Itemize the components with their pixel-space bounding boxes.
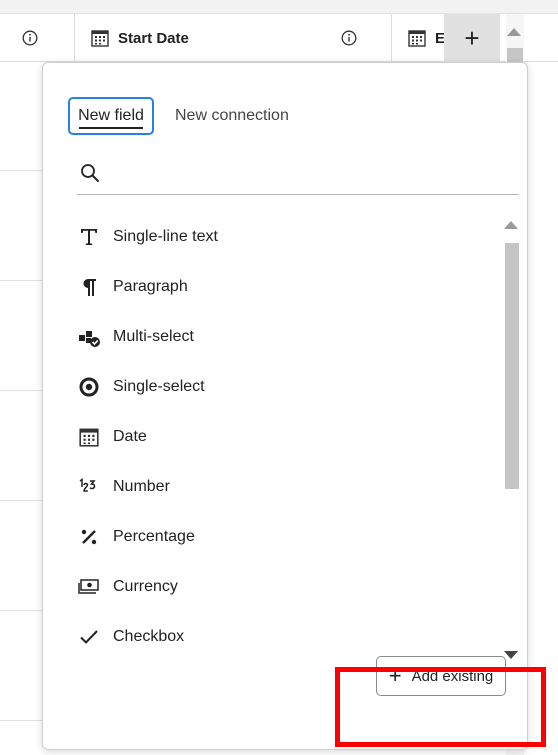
plus-icon: + [388,663,402,688]
list-item-currency[interactable]: Currency [73,569,493,605]
list-item-label: Checkbox [113,628,185,645]
list-item-percentage[interactable]: Percentage [73,519,493,555]
list-item-checkbox[interactable]: Checkbox [73,619,493,655]
text-t-icon [77,225,101,249]
info-icon[interactable] [22,14,38,62]
table-header-row: Start Date E + [0,14,558,62]
radio-target-icon [77,375,101,399]
list-item-single-select[interactable]: Single-select [73,369,493,405]
tab-new-field[interactable]: New field [68,97,154,135]
row-divider [0,170,42,171]
table-scroll-up-icon[interactable] [507,28,521,36]
currency-bill-icon [77,575,101,599]
row-divider [0,500,42,501]
field-list-scrollbar[interactable] [503,211,519,661]
multi-select-icon [77,325,101,349]
add-existing-label: Add existing [411,667,494,685]
list-item-multi-select[interactable]: Multi-select [73,319,493,355]
tab-label: New field [78,107,144,124]
pilcrow-icon [77,275,101,299]
column-header-start-date[interactable]: Start Date [90,14,189,62]
add-column-button[interactable]: + [444,14,500,62]
row-divider [0,610,42,611]
list-item-label: Multi-select [113,328,194,345]
search-icon [81,164,99,182]
table-rows [0,62,42,755]
calendar-icon [408,30,426,47]
column-divider [391,14,392,62]
info-icon[interactable] [341,14,357,62]
calendar-icon [77,425,101,449]
number-123-icon [77,475,101,499]
scroll-up-icon[interactable] [504,221,518,229]
row-divider [0,720,42,721]
list-item-label: Date [113,428,147,445]
table-top-strip [0,0,558,14]
column-header-e[interactable]: E [407,14,445,62]
add-field-popover: New field New connection Single-line tex… [42,62,528,750]
list-item-label: Currency [113,578,178,595]
row-divider [0,280,42,281]
list-item-label: Paragraph [113,278,188,295]
tab-label: New connection [175,107,289,124]
search-input[interactable] [109,159,509,189]
list-item-label: Number [113,478,170,495]
column-divider [74,14,75,62]
list-item-paragraph[interactable]: Paragraph [73,269,493,305]
calendar-icon [91,30,109,47]
list-item-date[interactable]: Date [73,419,493,455]
add-existing-button[interactable]: + Add existing [376,656,506,696]
list-item-single-line-text[interactable]: Single-line text [73,219,493,255]
list-item-label: Single-select [113,378,205,395]
percent-icon [77,525,101,549]
row-divider [0,390,42,391]
scroll-down-icon[interactable] [504,651,518,659]
list-item-number[interactable]: Number [73,469,493,505]
search-field[interactable] [77,155,519,195]
scroll-thumb[interactable] [505,243,519,489]
checkmark-icon [77,625,101,649]
list-item-label: Single-line text [113,228,218,245]
list-item-label: Percentage [113,528,195,545]
column-title: Start Date [118,29,189,47]
tab-new-connection[interactable]: New connection [175,97,289,135]
app-stage: Start Date E + New field New connection … [0,0,558,755]
